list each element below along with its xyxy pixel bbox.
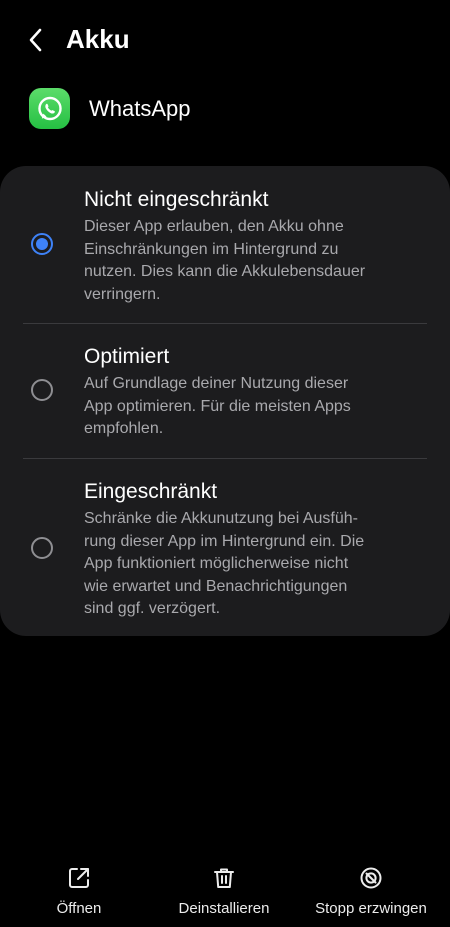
uninstall-button[interactable]: Deinstallieren xyxy=(164,855,284,921)
force-stop-button[interactable]: Stopp erzwingen xyxy=(306,855,436,921)
option-description: Dieser App erlauben, den Akku ohne Einsc… xyxy=(84,218,366,303)
option-title: Nicht eingeschränkt xyxy=(84,188,269,211)
option-title: Optimiert xyxy=(84,345,170,368)
radio-unrestricted[interactable] xyxy=(31,233,53,255)
battery-options-card: Nicht eingeschränkt Dieser App erlauben,… xyxy=(0,166,450,636)
header: Akku xyxy=(0,0,450,80)
option-description: Auf Grundlage deiner Nutzung dieser App … xyxy=(84,375,351,437)
trash-icon xyxy=(209,863,239,893)
chevron-left-icon xyxy=(29,28,42,52)
radio-restricted[interactable] xyxy=(31,537,53,559)
option-unrestricted[interactable]: Nicht eingeschränkt Dieser App erlauben,… xyxy=(0,166,450,323)
force-stop-label: Stopp erzwingen xyxy=(315,900,427,917)
option-description: Schränke die Akkunutzung bei Ausfüh- run… xyxy=(84,510,365,617)
whatsapp-logo-icon xyxy=(29,88,70,129)
option-restricted[interactable]: Eingeschränkt Schränke die Akkunutzung b… xyxy=(0,459,450,636)
option-title: Eingeschränkt xyxy=(84,480,218,503)
open-label: Öffnen xyxy=(56,900,102,917)
uninstall-label: Deinstallieren xyxy=(178,900,270,917)
option-optimized[interactable]: Optimiert Auf Grundlage deiner Nutzung d… xyxy=(0,324,450,458)
radio-optimized[interactable] xyxy=(31,379,53,401)
force-stop-icon xyxy=(356,863,386,893)
app-row: WhatsApp xyxy=(0,86,450,132)
open-button[interactable]: Öffnen xyxy=(34,855,124,921)
back-button[interactable] xyxy=(18,22,54,58)
bottom-action-bar: Öffnen Deinstallieren Stopp erzwingen xyxy=(0,855,450,927)
open-external-icon xyxy=(64,863,94,893)
app-name: WhatsApp xyxy=(89,96,191,121)
page-title: Akku xyxy=(66,24,130,54)
